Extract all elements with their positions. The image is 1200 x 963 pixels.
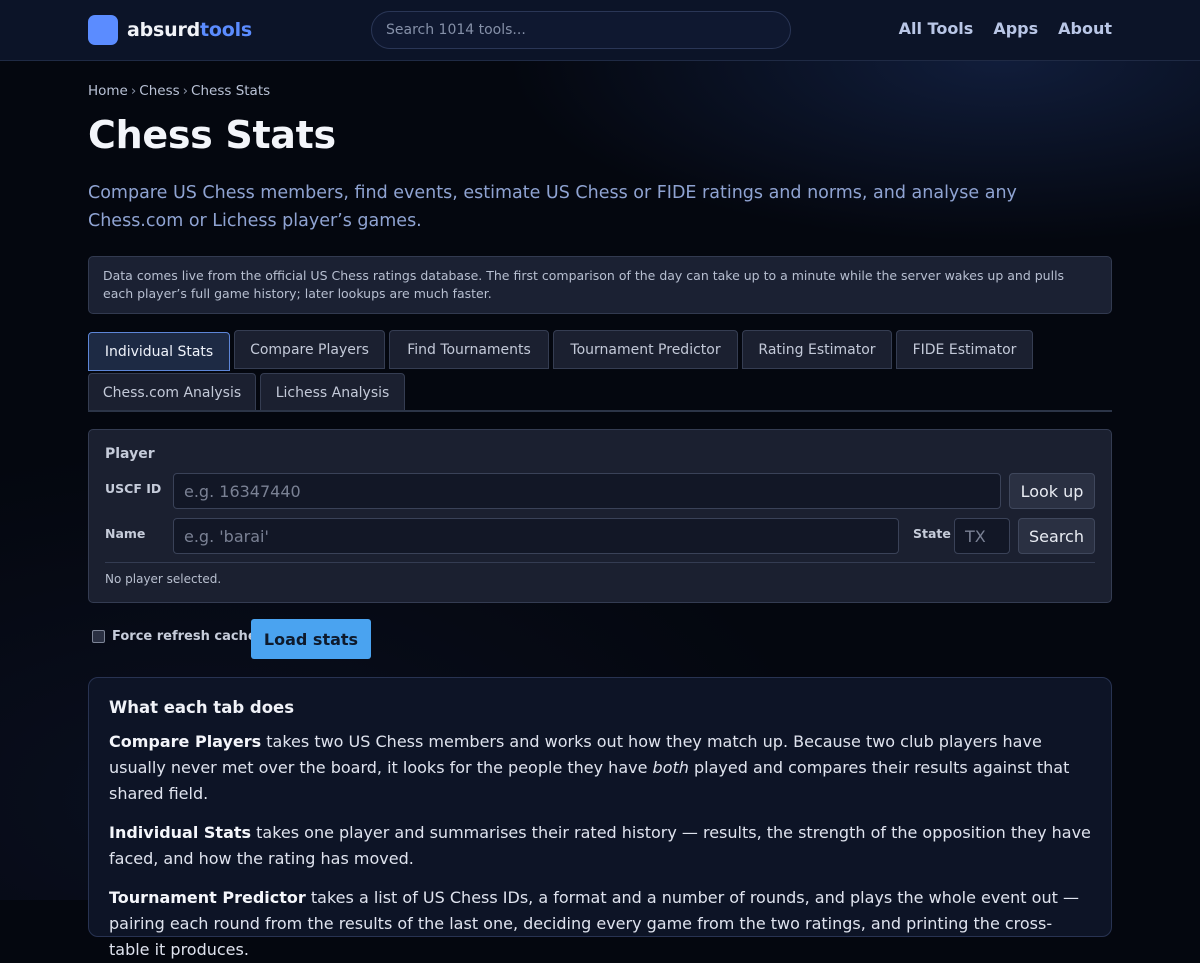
search-player-button[interactable]: Search [1018, 518, 1095, 554]
top-navbar: absurdtools All Tools Apps About [0, 0, 1200, 61]
nav-about-link[interactable]: About [1058, 19, 1112, 38]
logo-text-part2: tools [200, 19, 253, 41]
help-item-title: Compare Players [109, 732, 262, 751]
tab-rating-estimator[interactable]: Rating Estimator [742, 330, 892, 369]
tab-fide-estimator[interactable]: FIDE Estimator [896, 330, 1033, 369]
site-logo[interactable]: absurdtools [88, 15, 252, 45]
player-name-input[interactable] [173, 518, 899, 554]
tab-chesscom-analysis[interactable]: Chess.com Analysis [88, 373, 256, 412]
help-item-title: Tournament Predictor [109, 888, 306, 907]
force-refresh-checkbox[interactable] [92, 630, 105, 643]
state-label: State [913, 526, 951, 541]
logo-icon [88, 15, 118, 45]
logo-text: absurdtools [127, 19, 252, 41]
help-item-individual-stats: Individual Stats takes one player and su… [109, 820, 1091, 872]
panel-divider [105, 562, 1095, 563]
main-nav: All Tools Apps About [899, 19, 1112, 38]
tab-bar-divider [88, 410, 1112, 412]
breadcrumb-separator: › [130, 83, 137, 99]
tab-lichess-analysis[interactable]: Lichess Analysis [260, 373, 405, 412]
help-item-title: Individual Stats [109, 823, 252, 842]
force-refresh-option[interactable]: Force refresh cache [92, 629, 257, 644]
tab-help-box: What each tab does Compare Players takes… [88, 677, 1112, 959]
help-item-text: takes one player and summarises their ra… [109, 823, 1091, 868]
look-up-button[interactable]: Look up [1009, 473, 1095, 509]
logo-text-part1: absurd [127, 19, 201, 41]
help-item-compare-players: Compare Players takes two US Chess membe… [109, 729, 1091, 807]
force-refresh-label[interactable]: Force refresh cache [112, 629, 257, 644]
breadcrumb-current: Chess Stats [191, 83, 271, 99]
help-item-emphasis: both [652, 758, 689, 777]
data-source-notice: Data comes live from the official US Che… [88, 256, 1112, 314]
uscf-id-label: USCF ID [105, 481, 162, 496]
help-heading: What each tab does [109, 698, 295, 717]
player-selection-status: No player selected. [105, 572, 222, 586]
tab-tournament-predictor[interactable]: Tournament Predictor [553, 330, 738, 369]
uscf-id-input[interactable] [173, 473, 1001, 509]
name-label: Name [105, 526, 146, 541]
breadcrumb: Home › Chess › Chess Stats [88, 83, 270, 99]
page-description: Compare US Chess members, find events, e… [88, 183, 1017, 231]
tool-search-input[interactable] [371, 11, 791, 49]
nav-apps-link[interactable]: Apps [993, 19, 1038, 38]
player-panel: Player USCF ID Look up Name State Search… [88, 429, 1112, 603]
player-panel-title: Player [105, 446, 155, 462]
tab-individual-stats[interactable]: Individual Stats [88, 332, 230, 371]
breadcrumb-separator: › [182, 83, 189, 99]
page-title: Chess Stats [88, 113, 336, 157]
load-stats-button[interactable]: Load stats [251, 619, 371, 659]
help-item-tournament-predictor: Tournament Predictor takes a list of US … [109, 885, 1091, 963]
breadcrumb-chess-link[interactable]: Chess [139, 83, 179, 99]
state-input[interactable] [954, 518, 1010, 554]
nav-all-tools-link[interactable]: All Tools [899, 19, 974, 38]
tab-compare-players[interactable]: Compare Players [234, 330, 385, 369]
breadcrumb-home-link[interactable]: Home [88, 83, 128, 99]
tab-find-tournaments[interactable]: Find Tournaments [389, 330, 549, 369]
